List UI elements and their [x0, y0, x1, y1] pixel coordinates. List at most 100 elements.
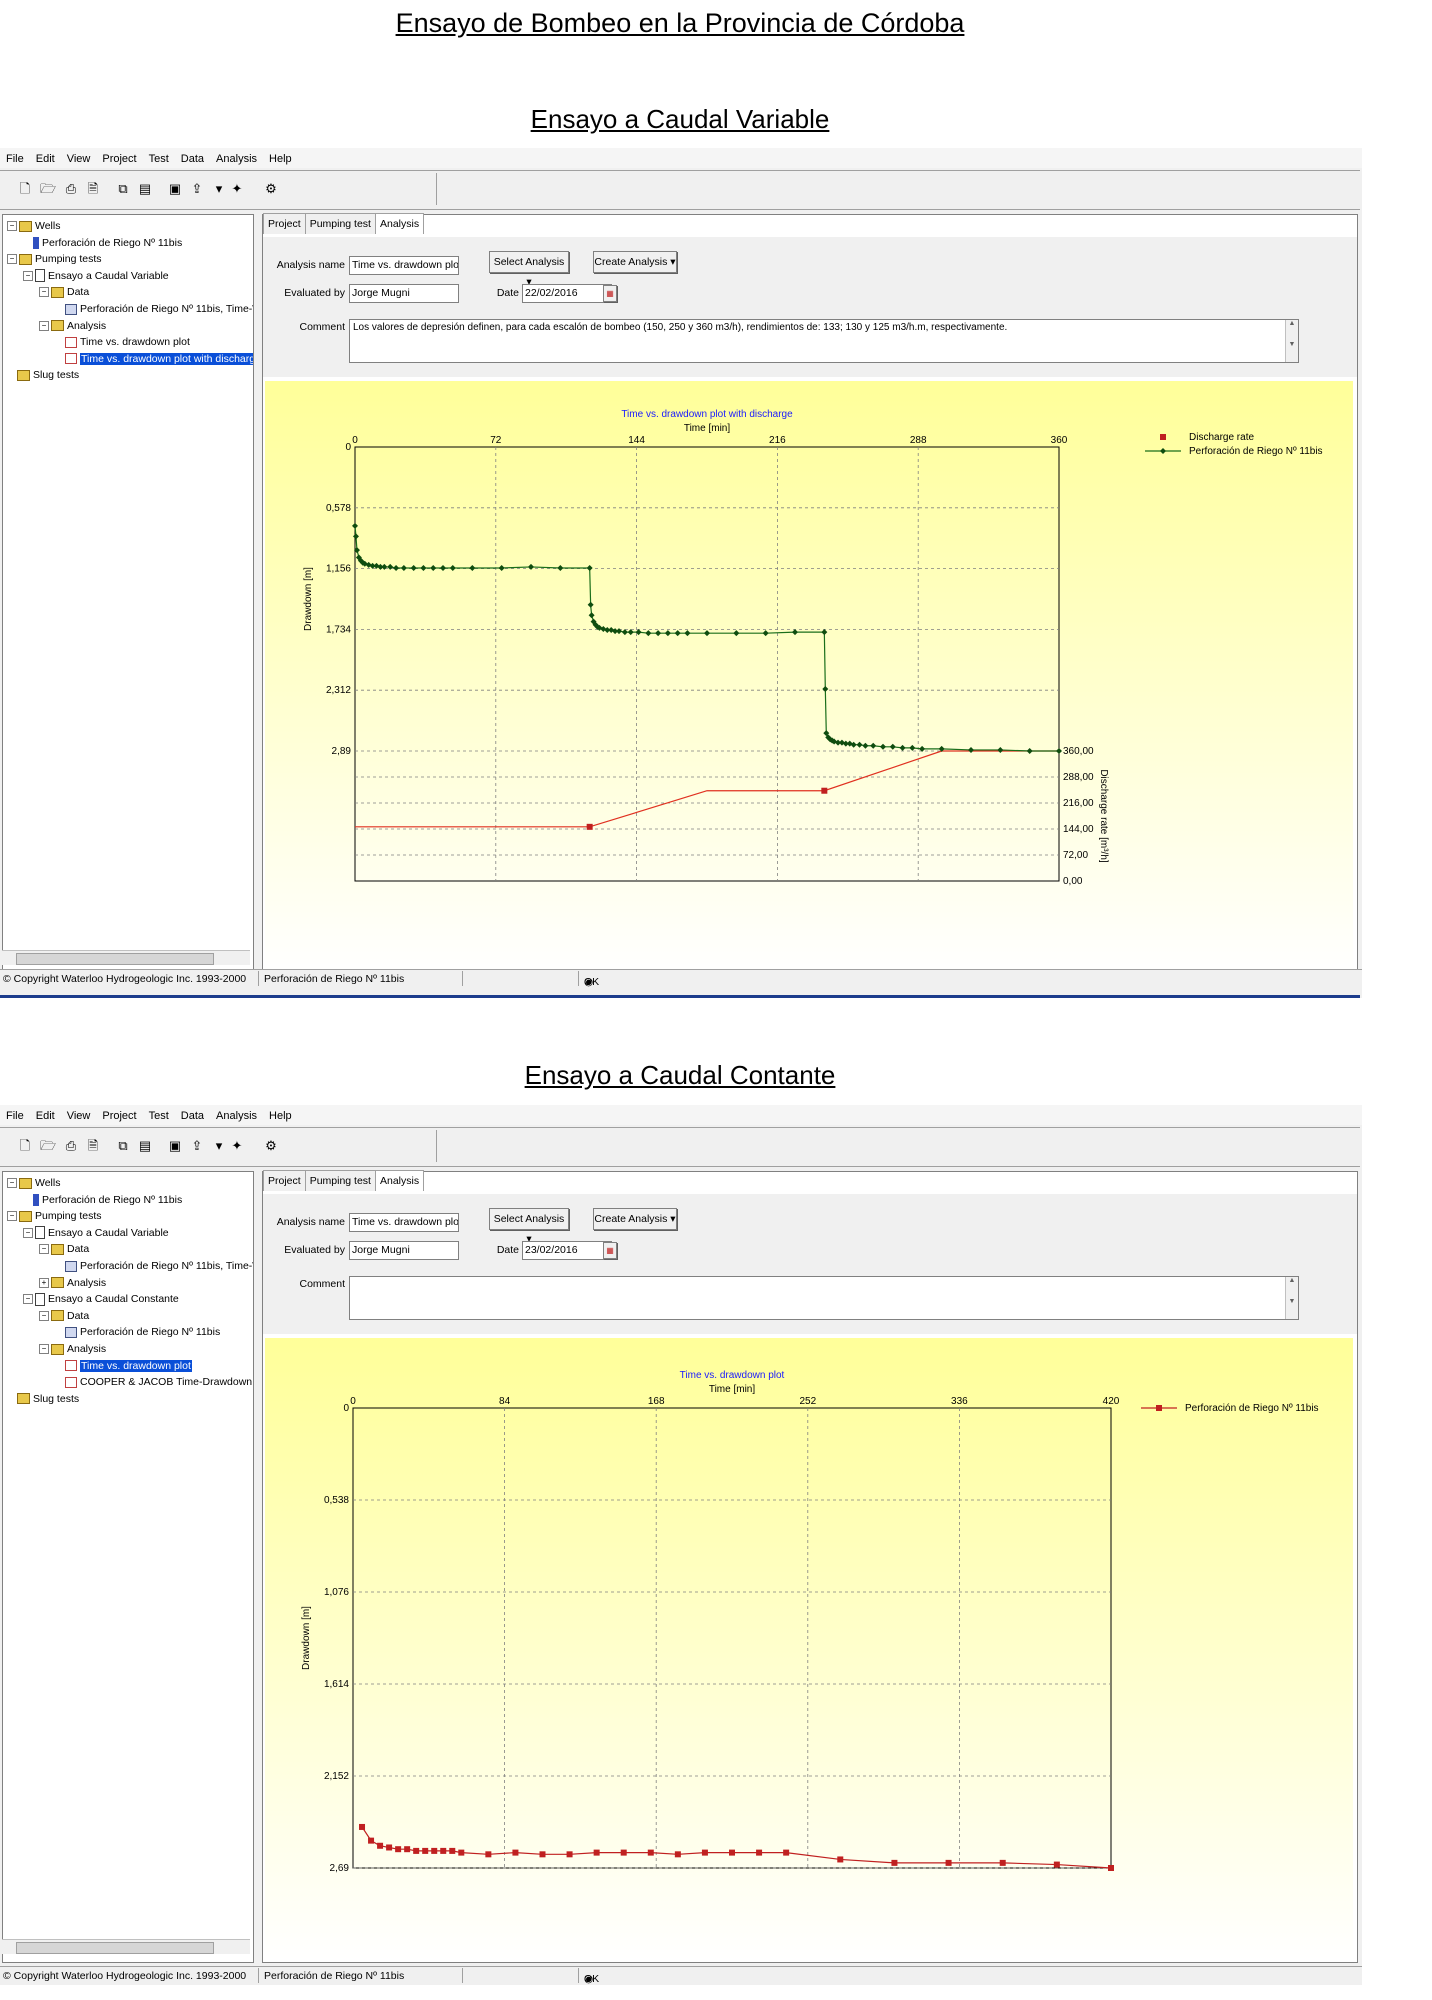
tree-expander-icon[interactable]	[55, 1378, 63, 1386]
export-icon[interactable]: ⇪	[190, 1138, 204, 1154]
report-icon[interactable]: ▣	[168, 1138, 182, 1154]
tree-item[interactable]: Perforación de Riego Nº 11bis	[23, 1193, 182, 1207]
tree-expander-icon[interactable]: −	[7, 254, 17, 265]
wizard-icon[interactable]: ⚙	[264, 181, 278, 197]
tree-expander-icon[interactable]: −	[39, 287, 49, 298]
tree-expander-icon[interactable]	[55, 1362, 63, 1370]
create-analysis-button[interactable]: Create Analysis ▾	[593, 251, 677, 273]
select-analysis-button[interactable]: Select Analysis ▾	[489, 1208, 569, 1245]
new-icon[interactable]: 🗋	[18, 181, 32, 197]
dropdown-icon[interactable]: ▾	[212, 1138, 226, 1154]
menu-test[interactable]: Test	[143, 1105, 175, 1122]
tab-project[interactable]: Project	[263, 213, 306, 234]
select-analysis-button[interactable]: Select Analysis ▾	[489, 251, 569, 288]
tab-pumping-test[interactable]: Pumping test	[304, 213, 376, 234]
tree-item[interactable]: Time vs. drawdown plot	[55, 1359, 192, 1373]
tree-expander-icon[interactable]: −	[23, 270, 33, 281]
comment-field[interactable]: ▲ ▼	[349, 1276, 1299, 1320]
tree-expander-icon[interactable]	[7, 371, 15, 379]
tree-item[interactable]: − Data	[39, 1242, 89, 1256]
open-icon[interactable]: 🗁	[40, 1138, 56, 1154]
tree-item[interactable]: − Data	[39, 1309, 89, 1323]
tree-item[interactable]: − Pumping tests	[7, 252, 102, 266]
evaluated-by-input[interactable]: Jorge Mugni	[349, 1241, 459, 1260]
tree-expander-icon[interactable]: −	[7, 221, 17, 231]
menu-file[interactable]: File	[0, 1105, 30, 1122]
tree-item[interactable]: + Analysis	[39, 1276, 106, 1290]
menu-help[interactable]: Help	[263, 1105, 298, 1122]
evaluated-by-input[interactable]: Jorge Mugni	[349, 284, 459, 303]
tree-item[interactable]: Slug tests	[7, 1392, 79, 1406]
paste-icon[interactable]: ▤	[138, 181, 152, 197]
dropdown-icon[interactable]: ▾	[212, 181, 226, 197]
menu-project[interactable]: Project	[96, 148, 142, 165]
tree-item[interactable]: − Analysis	[39, 319, 106, 333]
tree-horizontal-scrollbar[interactable]	[2, 1939, 250, 1954]
menu-data[interactable]: Data	[175, 1105, 210, 1122]
report-icon[interactable]: ▣	[168, 181, 182, 197]
tab-pumping-test[interactable]: Pumping test	[304, 1170, 376, 1191]
calendar-icon[interactable]: ▦	[603, 285, 617, 302]
tree-expander-icon[interactable]: −	[39, 320, 49, 331]
copy-icon[interactable]: ⧉	[116, 181, 130, 197]
menu-test[interactable]: Test	[143, 148, 175, 165]
tree-expander-icon[interactable]	[7, 1395, 15, 1403]
tree-item[interactable]: Perforación de Riego Nº 11bis, Time-Wat	[55, 1259, 253, 1273]
tree-expander-icon[interactable]: −	[39, 1244, 49, 1255]
tree-item[interactable]: COOPER & JACOB Time-Drawdown	[55, 1375, 252, 1389]
tab-project[interactable]: Project	[263, 1170, 306, 1191]
tree-expander-icon[interactable]: +	[39, 1277, 49, 1288]
menu-edit[interactable]: Edit	[30, 148, 61, 165]
menu-data[interactable]: Data	[175, 148, 210, 165]
menu-view[interactable]: View	[61, 1105, 97, 1122]
tree-item[interactable]: − Pumping tests	[7, 1209, 102, 1223]
copy-icon[interactable]: ⧉	[116, 1138, 130, 1154]
tree-expander-icon[interactable]	[23, 1196, 31, 1204]
scroll-thumb[interactable]	[16, 953, 214, 965]
tree-item[interactable]: Time vs. drawdown plot	[55, 335, 190, 349]
tree-expander-icon[interactable]: −	[23, 1294, 33, 1305]
menu-edit[interactable]: Edit	[30, 1105, 61, 1122]
menu-project[interactable]: Project	[96, 1105, 142, 1122]
comment-scrollbar[interactable]: ▲ ▼	[1285, 320, 1298, 362]
tab-analysis[interactable]: Analysis	[374, 213, 425, 234]
export-icon[interactable]: ⇪	[190, 181, 204, 197]
menu-analysis[interactable]: Analysis	[210, 1105, 263, 1122]
create-analysis-button[interactable]: Create Analysis ▾	[593, 1208, 677, 1230]
tree-item[interactable]: Perforación de Riego Nº 11bis	[23, 236, 182, 250]
tip-icon[interactable]: ✦	[230, 181, 244, 197]
analysis-name-input[interactable]: Time vs. drawdown plot	[349, 1213, 459, 1232]
tree-expander-icon[interactable]	[55, 1262, 63, 1270]
tab-analysis[interactable]: Analysis	[374, 1170, 425, 1191]
wizard-icon[interactable]: ⚙	[264, 1138, 278, 1154]
print-icon[interactable]: ⎙	[64, 181, 78, 197]
tree-expander-icon[interactable]	[55, 305, 63, 313]
tree-expander-icon[interactable]: −	[7, 1211, 17, 1222]
tree-item[interactable]: − Ensayo a Caudal Variable	[23, 269, 169, 283]
scroll-thumb[interactable]	[16, 1942, 214, 1954]
open-icon[interactable]: 🗁	[40, 181, 56, 197]
menu-view[interactable]: View	[61, 148, 97, 165]
tree-item[interactable]: − Ensayo a Caudal Variable	[23, 1226, 169, 1240]
tree-expander-icon[interactable]: −	[39, 1344, 49, 1354]
tree-item[interactable]: − Data	[39, 285, 89, 299]
tree-item[interactable]: − Wells	[7, 219, 60, 233]
tree-expander-icon[interactable]	[23, 239, 31, 247]
date-input[interactable]: 23/02/2016	[522, 1241, 612, 1260]
comment-field[interactable]: Los valores de depresión definen, para c…	[349, 319, 1299, 363]
menu-help[interactable]: Help	[263, 148, 298, 165]
tree-horizontal-scrollbar[interactable]	[2, 950, 250, 965]
tree-expander-icon[interactable]	[55, 355, 63, 363]
tree-item[interactable]: Time vs. drawdown plot with discharge	[55, 352, 253, 366]
preview-icon[interactable]: 🗎	[86, 181, 100, 197]
new-icon[interactable]: 🗋	[18, 1138, 32, 1154]
tree-item[interactable]: Perforación de Riego Nº 11bis, Time-Wat	[55, 302, 253, 316]
tree-expander-icon[interactable]: −	[23, 1227, 33, 1238]
tree-item[interactable]: Perforación de Riego Nº 11bis	[55, 1325, 220, 1339]
analysis-name-input[interactable]: Time vs. drawdown plot w	[349, 256, 459, 275]
tree-expander-icon[interactable]: −	[7, 1178, 17, 1188]
tree-expander-icon[interactable]	[55, 1328, 63, 1336]
preview-icon[interactable]: 🗎	[86, 1138, 100, 1154]
tree-item[interactable]: − Analysis	[39, 1342, 106, 1356]
comment-scrollbar[interactable]: ▲ ▼	[1285, 1277, 1298, 1319]
